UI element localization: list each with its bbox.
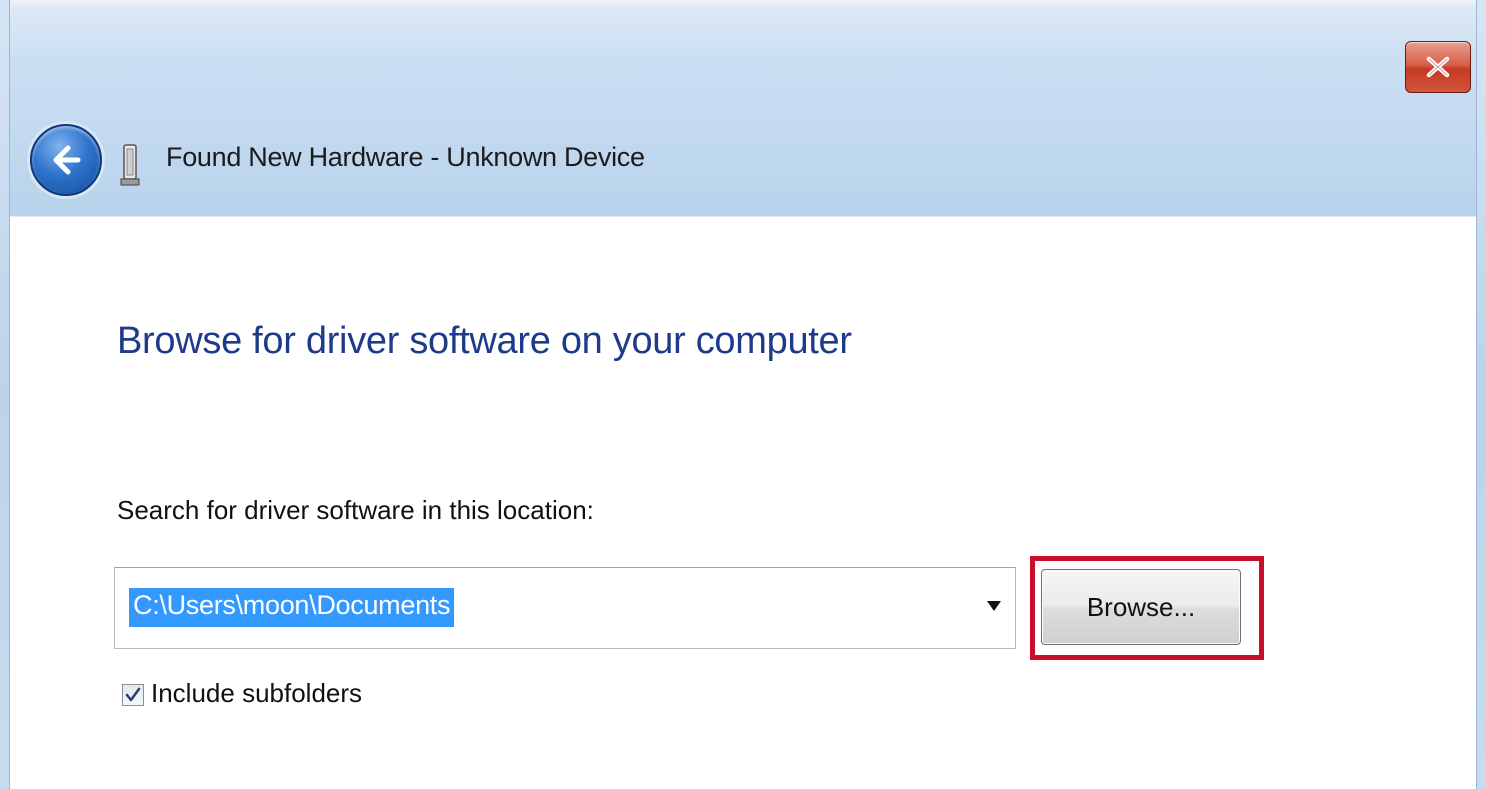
close-icon [1426,56,1450,78]
dialog-window: Found New Hardware - Unknown Device Brow… [0,0,1486,789]
location-label: Search for driver software in this locat… [117,495,594,525]
content-panel: Browse for driver software on your compu… [10,216,1476,789]
location-input-value[interactable]: C:\Users\moon\Documents [129,588,455,627]
hardware-device-icon [120,144,140,186]
browse-button[interactable]: Browse... [1041,569,1241,645]
chevron-down-icon[interactable] [987,601,1001,611]
close-button[interactable] [1405,41,1471,93]
checkmark-icon [125,687,141,702]
window-frame-left [0,0,10,789]
window-title: Found New Hardware - Unknown Device [166,142,645,172]
back-button[interactable] [30,124,102,196]
include-subfolders-label[interactable]: Include subfolders [151,678,362,709]
include-subfolders-checkbox[interactable] [122,684,144,706]
window-frame-top [0,0,1486,10]
back-arrow-icon [53,145,81,175]
page-heading: Browse for driver software on your compu… [117,320,852,362]
window-frame-right [1476,0,1486,789]
location-combobox[interactable]: C:\Users\moon\Documents [114,567,1016,649]
